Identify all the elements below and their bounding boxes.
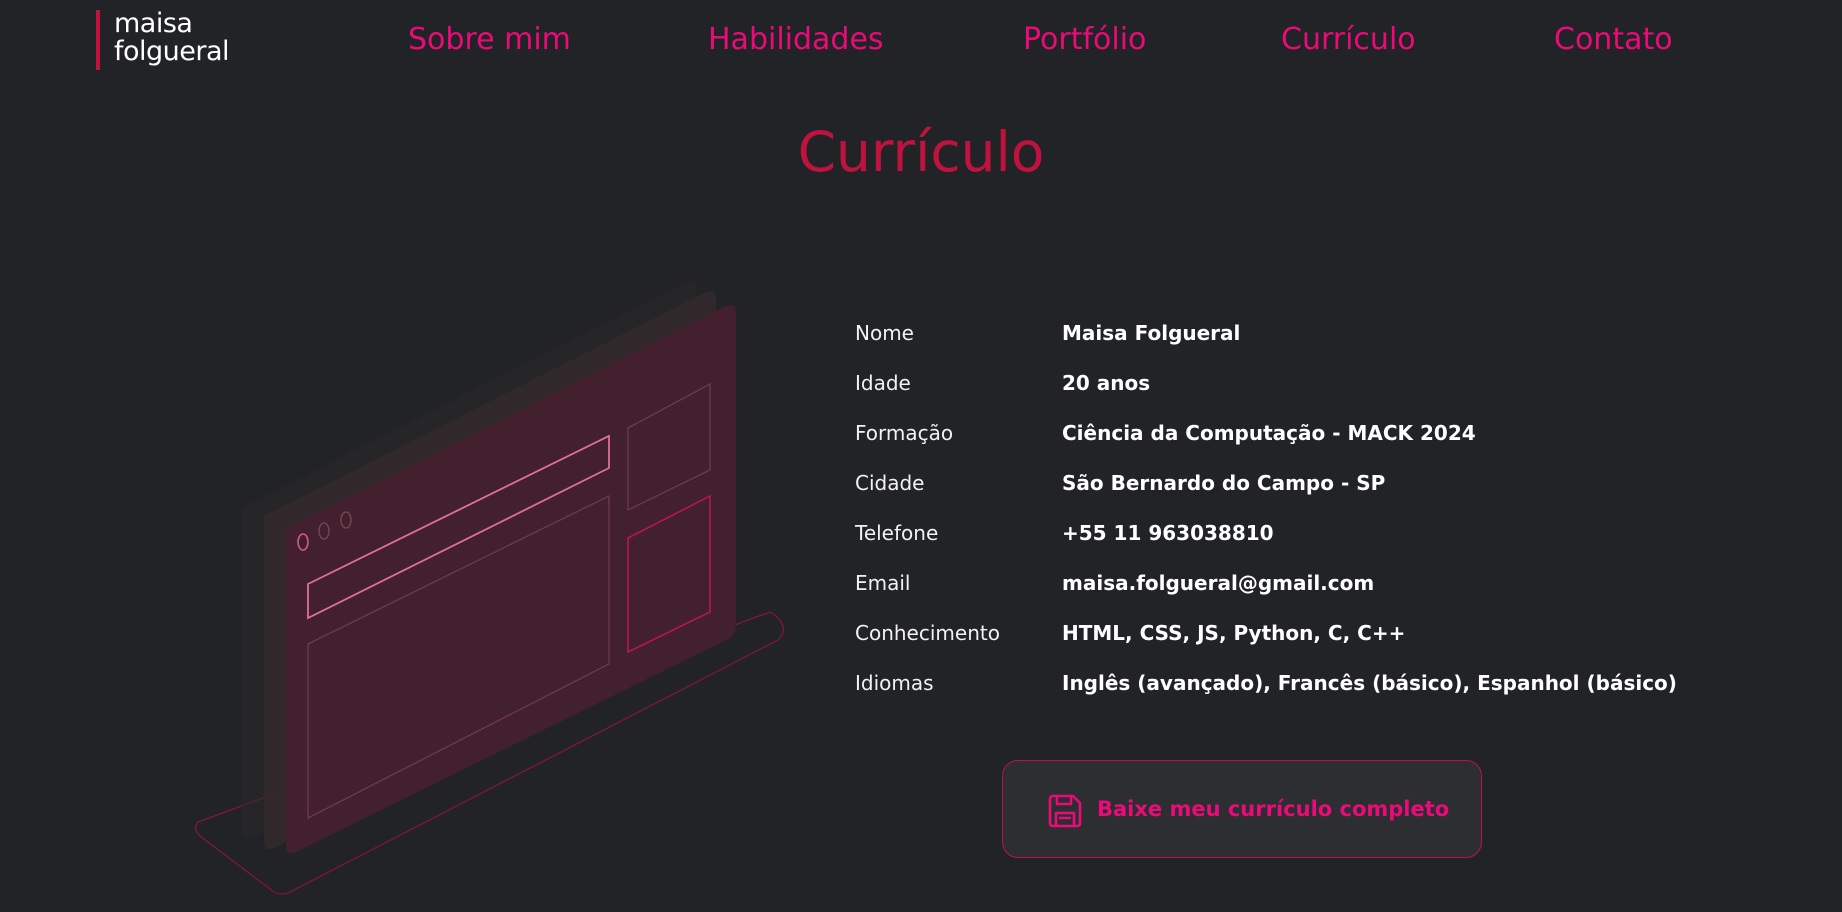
info-label: Conhecimento [855,621,1000,645]
info-row-conhecimento: Conhecimento HTML, CSS, JS, Python, C, C… [855,615,1755,665]
info-value: São Bernardo do Campo - SP [1062,471,1386,495]
info-label: Idiomas [855,671,934,695]
info-label: Formação [855,421,954,445]
info-row-email: Email maisa.folgueral@gmail.com [855,565,1755,615]
nav-item-sobre-mim[interactable]: Sobre mim [408,20,571,60]
info-value: +55 11 963038810 [1062,521,1274,545]
info-label: Cidade [855,471,925,495]
info-value: maisa.folgueral@gmail.com [1062,571,1375,595]
nav-item-curriculo[interactable]: Currículo [1281,20,1416,60]
info-label: Telefone [855,521,939,545]
info-row-nome: Nome Maisa Folgueral [855,315,1755,365]
info-label: Nome [855,321,914,345]
download-resume-label: Baixe meu currículo completo [1097,797,1450,821]
page: maisa folgueral Sobre mim Habilidades Po… [0,0,1842,912]
main-nav: Sobre mim Habilidades Portfólio Currícul… [0,18,1842,66]
info-value: HTML, CSS, JS, Python, C, C++ [1062,621,1406,645]
info-value: Maisa Folgueral [1062,321,1241,345]
info-value: Ciência da Computação - MACK 2024 [1062,421,1476,445]
nav-item-portfolio[interactable]: Portfólio [1023,20,1146,60]
info-value: 20 anos [1062,371,1151,395]
info-value: Inglês (avançado), Francês (básico), Esp… [1062,671,1677,695]
info-row-formacao: Formação Ciência da Computação - MACK 20… [855,415,1755,465]
page-title: Currículo [797,120,1045,184]
info-row-idiomas: Idiomas Inglês (avançado), Francês (bási… [855,665,1755,715]
nav-item-contato[interactable]: Contato [1554,20,1673,60]
info-label: Email [855,571,911,595]
resume-info: Nome Maisa Folgueral Idade 20 anos Forma… [855,315,1755,715]
info-label: Idade [855,371,911,395]
info-row-cidade: Cidade São Bernardo do Campo - SP [855,465,1755,515]
nav-item-habilidades[interactable]: Habilidades [708,20,884,60]
browser-window-illustration [194,281,785,895]
download-resume-button[interactable]: Baixe meu currículo completo [1002,760,1482,858]
floppy-disk-icon [1048,794,1082,828]
info-row-idade: Idade 20 anos [855,365,1755,415]
info-row-telefone: Telefone +55 11 963038810 [855,515,1755,565]
